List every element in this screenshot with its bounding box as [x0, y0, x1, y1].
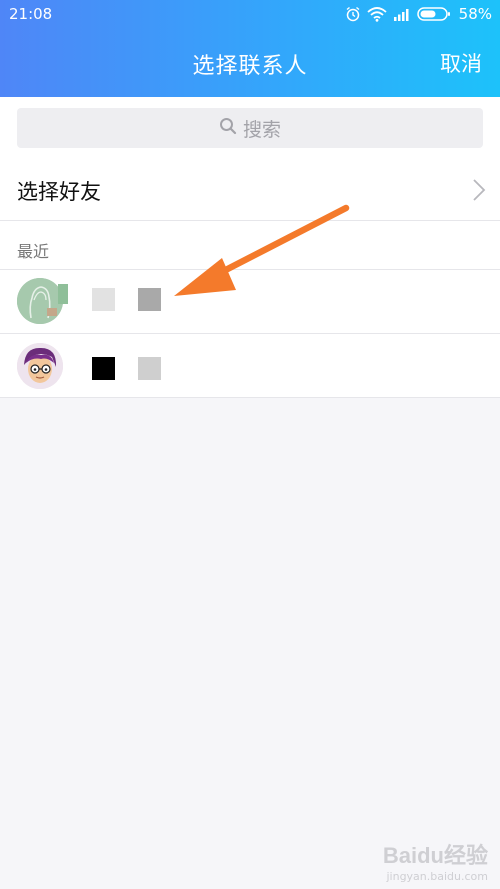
divider	[0, 397, 500, 398]
chevron-right-icon	[472, 178, 486, 206]
wifi-icon	[367, 6, 387, 22]
watermark-url: jingyan.baidu.com	[386, 870, 488, 883]
cartoon-avatar	[17, 343, 63, 389]
search-input[interactable]: 搜索	[17, 108, 483, 148]
header-bar: 21:08 58% 选择联系人 取消	[0, 0, 500, 97]
cancel-button[interactable]: 取消	[440, 48, 482, 78]
status-icons: 58%	[345, 5, 492, 23]
contact-row[interactable]	[0, 270, 500, 332]
divider	[0, 333, 500, 334]
pixel-block	[58, 284, 68, 304]
pixelated-name	[138, 288, 161, 311]
select-friends-row[interactable]: 选择好友	[0, 160, 500, 221]
select-friends-label: 选择好友	[17, 180, 101, 204]
silhouette-avatar	[17, 278, 63, 324]
watermark: Baidu经验 jingyan.baidu.com	[383, 838, 488, 883]
watermark-logo: Baidu经验	[382, 843, 488, 868]
pixelated-name	[92, 288, 115, 311]
section-label-recent: 最近	[17, 242, 50, 261]
contact-row[interactable]	[0, 335, 500, 397]
status-time: 21:08	[9, 5, 53, 23]
search-icon	[219, 117, 237, 140]
pixelated-name	[138, 357, 161, 380]
page-title: 选择联系人	[192, 54, 308, 79]
signal-icon	[393, 7, 411, 21]
status-bar: 21:08 58%	[0, 0, 500, 30]
search-placeholder: 搜索	[242, 118, 281, 141]
battery-percent: 58%	[458, 5, 492, 23]
alarm-icon	[345, 6, 361, 22]
battery-icon	[416, 6, 451, 22]
pixelated-name	[92, 357, 115, 380]
